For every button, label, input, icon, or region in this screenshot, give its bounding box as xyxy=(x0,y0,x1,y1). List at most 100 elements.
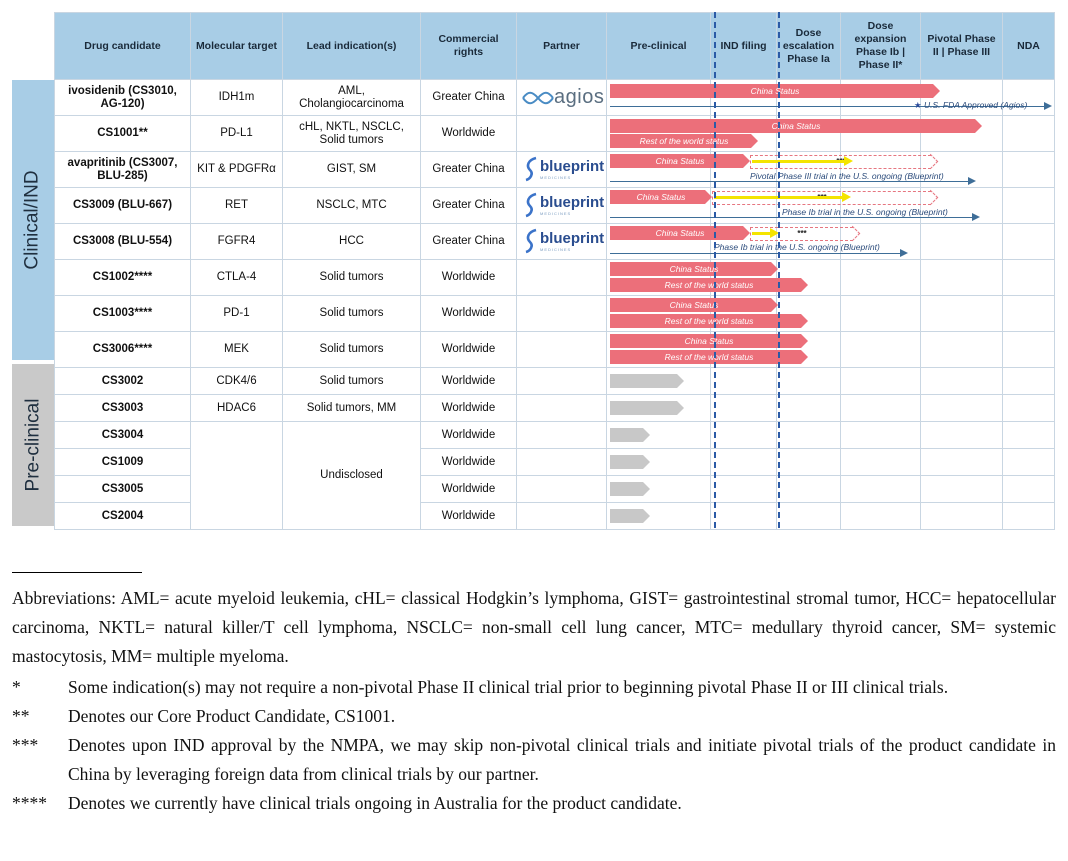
drug-cell: CS2004 xyxy=(54,502,191,530)
footnote-rule xyxy=(12,572,142,573)
drug-cell: CS3005 xyxy=(54,475,191,503)
drug-cell: CS1001** xyxy=(54,115,191,152)
clinical-ind-band: Clinical/IND xyxy=(12,80,54,360)
rights-cell: Worldwide xyxy=(420,448,517,476)
indication-cell: Solid tumors xyxy=(282,367,421,395)
table-row: CS3004 Undisclosed Worldwide xyxy=(54,421,1055,530)
drug-cell: CS3004 xyxy=(54,421,191,449)
target-cell: HDAC6 xyxy=(190,394,283,422)
table-row: CS3002 CDK4/6 Solid tumors Worldwide xyxy=(54,367,1055,395)
indication-cell: cHL, NKTL, NSCLC, Solid tumors xyxy=(282,115,421,152)
partner-cell xyxy=(516,475,607,503)
drug-cell: CS3002 xyxy=(54,367,191,395)
header-ind: IND filing xyxy=(710,12,777,80)
rights-cell: Greater China xyxy=(420,223,517,260)
drug-cell: CS1009 xyxy=(54,448,191,476)
drug-cell: CS3009 (BLU-667) xyxy=(54,187,191,224)
target-cell: CDK4/6 xyxy=(190,367,283,395)
rights-cell: Greater China xyxy=(420,151,517,188)
indication-cell: NSCLC, MTC xyxy=(282,187,421,224)
header-indication: Lead indication(s) xyxy=(282,12,421,80)
clinical-ind-label: Clinical/IND xyxy=(22,170,43,270)
indication-cell: Solid tumors xyxy=(282,295,421,332)
target-cell: CTLA-4 xyxy=(190,259,283,296)
rights-cell: Worldwide xyxy=(420,331,517,368)
target-cell: RET xyxy=(190,187,283,224)
rights-cell: Worldwide xyxy=(420,295,517,332)
partner-cell xyxy=(516,151,607,188)
table-row: CS1003**** PD-1 Solid tumors Worldwide xyxy=(54,295,1055,332)
header-row: Drug candidate Molecular target Lead ind… xyxy=(54,12,1055,80)
target-cell: PD-L1 xyxy=(190,115,283,152)
drug-cell: CS1002**** xyxy=(54,259,191,296)
pipeline-chart: Clinical/IND Pre-clinical Drug candidate… xyxy=(12,12,1055,532)
header-dose-expansion: Dose expansion Phase Ib | Phase II* xyxy=(840,12,921,80)
target-cell: PD-1 xyxy=(190,295,283,332)
drug-cell: CS1003**** xyxy=(54,295,191,332)
partner-cell xyxy=(516,421,607,449)
drug-cell: ivosidenib (CS3010, AG-120) xyxy=(54,79,191,116)
drug-cell: avapritinib (CS3007, BLU-285) xyxy=(54,151,191,188)
header-pivotal: Pivotal Phase II | Phase III xyxy=(920,12,1003,80)
header-preclinical: Pre-clinical xyxy=(606,12,711,80)
preclinical-band: Pre-clinical xyxy=(12,364,54,526)
target-cell: MEK xyxy=(190,331,283,368)
rights-cell: Greater China xyxy=(420,187,517,224)
table-row: ivosidenib (CS3010, AG-120) IDH1m AML, C… xyxy=(54,79,1055,116)
indication-cell: GIST, SM xyxy=(282,151,421,188)
rights-cell: Worldwide xyxy=(420,475,517,503)
drug-cell: CS3006**** xyxy=(54,331,191,368)
rights-cell: Worldwide xyxy=(420,394,517,422)
pipeline-table: Drug candidate Molecular target Lead ind… xyxy=(54,12,1055,530)
table-row: avapritinib (CS3007, BLU-285) KIT & PDGF… xyxy=(54,151,1055,188)
abbreviations-text: Abbreviations: AML= acute myeloid leukem… xyxy=(12,588,1056,666)
rights-cell: Worldwide xyxy=(420,367,517,395)
footnote-item: ** Denotes our Core Product Candidate, CS… xyxy=(12,706,396,726)
table-row: CS3006**** MEK Solid tumors Worldwide xyxy=(54,331,1055,368)
table-row: CS3008 (BLU-554) FGFR4 HCC Greater China xyxy=(54,223,1055,260)
partner-cell xyxy=(516,115,607,152)
indication-cell: Undisclosed xyxy=(282,421,421,530)
footnotes: Abbreviations: AML= acute myeloid leukem… xyxy=(12,584,1056,818)
table-row: CS1002**** CTLA-4 Solid tumors Worldwide xyxy=(54,259,1055,296)
preclinical-label: Pre-clinical xyxy=(22,398,44,492)
header-drug: Drug candidate xyxy=(54,12,191,80)
target-cell: FGFR4 xyxy=(190,223,283,260)
partner-cell xyxy=(516,259,607,296)
drug-cell: CS3003 xyxy=(54,394,191,422)
table-row: CS3003 HDAC6 Solid tumors, MM Worldwide xyxy=(54,394,1055,422)
table-row: CS3009 (BLU-667) RET NSCLC, MTC Greater … xyxy=(54,187,1055,224)
footnote-item: **** Denotes we currently have clinical t… xyxy=(12,793,682,813)
header-rights: Commercial rights xyxy=(420,12,517,80)
partner-cell xyxy=(516,187,607,224)
drug-cell: CS3008 (BLU-554) xyxy=(54,223,191,260)
header-partner: Partner xyxy=(516,12,607,80)
indication-cell: Solid tumors xyxy=(282,331,421,368)
partner-cell xyxy=(516,367,607,395)
indication-cell: Solid tumors, MM xyxy=(282,394,421,422)
partner-cell xyxy=(516,448,607,476)
header-target: Molecular target xyxy=(190,12,283,80)
target-cell: IDH1m xyxy=(190,79,283,116)
rights-cell: Worldwide xyxy=(420,421,517,449)
partner-cell xyxy=(516,394,607,422)
rights-cell: Greater China xyxy=(420,79,517,116)
footnote-item: * Some indication(s) may not require a no… xyxy=(12,677,949,697)
rights-cell: Worldwide xyxy=(420,259,517,296)
partner-cell xyxy=(516,223,607,260)
indication-cell: AML, Cholangiocarcinoma xyxy=(282,79,421,116)
header-nda: NDA xyxy=(1002,12,1055,80)
table-row: CS1001** PD-L1 cHL, NKTL, NSCLC, Solid t… xyxy=(54,115,1055,152)
partner-cell xyxy=(516,331,607,368)
rights-cell: Worldwide xyxy=(420,115,517,152)
rights-cell: Worldwide xyxy=(420,502,517,530)
partner-cell xyxy=(516,295,607,332)
footnote-item: *** Denotes upon IND approval by the NMPA… xyxy=(12,735,1056,784)
partner-cell xyxy=(516,79,607,116)
indication-cell: Solid tumors xyxy=(282,259,421,296)
indication-cell: HCC xyxy=(282,223,421,260)
header-dose-escalation: Dose escalation Phase Ia xyxy=(776,12,841,80)
partner-cell xyxy=(516,502,607,530)
target-cell xyxy=(190,421,283,530)
target-cell: KIT & PDGFRα xyxy=(190,151,283,188)
